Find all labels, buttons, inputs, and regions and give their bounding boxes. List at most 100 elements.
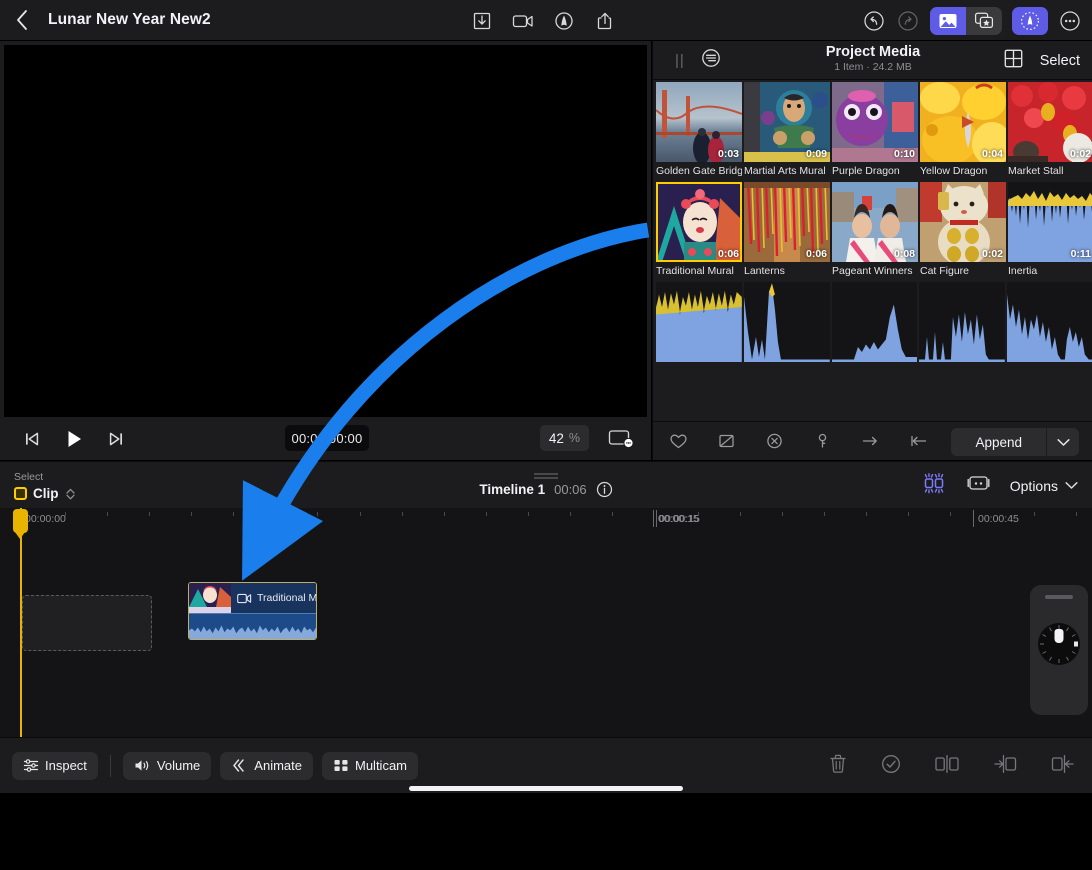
browser-mode-segmented-control[interactable] bbox=[930, 7, 1002, 35]
panel-resize-handle-2[interactable] bbox=[534, 477, 558, 479]
thumbnail[interactable]: 0:06 bbox=[744, 182, 830, 262]
share-icon[interactable] bbox=[593, 9, 617, 33]
select-button[interactable]: Select bbox=[1040, 53, 1080, 69]
back-button[interactable] bbox=[0, 0, 44, 41]
waveform-segment[interactable] bbox=[832, 282, 918, 362]
trim-start-button[interactable] bbox=[992, 754, 1018, 779]
waveform-segment[interactable] bbox=[919, 282, 1005, 362]
animate-button[interactable]: Animate bbox=[220, 752, 313, 780]
waveform-segment[interactable] bbox=[656, 282, 742, 362]
magic-enhance-button[interactable] bbox=[1012, 7, 1048, 35]
thumbnail[interactable]: 0:08 bbox=[832, 182, 918, 262]
info-circle-icon[interactable] bbox=[596, 481, 613, 498]
play-icon bbox=[63, 428, 85, 450]
playhead-handle[interactable] bbox=[13, 509, 28, 533]
timeline-clip-label-group: Traditional M bbox=[237, 583, 316, 613]
jog-wheel-marker bbox=[1055, 629, 1064, 643]
volume-button[interactable]: Volume bbox=[123, 752, 211, 780]
timeline-clip-traditional-mural[interactable]: Traditional M bbox=[188, 582, 317, 640]
trash-button[interactable] bbox=[828, 753, 848, 779]
timeline-tracks[interactable]: Traditional M bbox=[0, 530, 1092, 737]
timeline-clip-audio bbox=[189, 613, 316, 640]
drag-handle-icon[interactable]: || bbox=[675, 52, 685, 69]
play-button[interactable] bbox=[60, 425, 88, 453]
skip-to-start-button[interactable] bbox=[18, 425, 46, 453]
volume-label: Volume bbox=[157, 758, 200, 773]
top-bar-center-actions bbox=[470, 0, 617, 41]
waveform-segment[interactable] bbox=[1007, 282, 1092, 362]
media-item-golden-gate-bridge[interactable]: 0:03 Golden Gate Bridge bbox=[656, 82, 742, 177]
snapping-button[interactable] bbox=[921, 471, 947, 500]
favorite-button[interactable] bbox=[661, 424, 695, 458]
append-control-group[interactable]: Append bbox=[951, 428, 1079, 456]
options-button[interactable]: Options bbox=[1010, 478, 1078, 494]
selection-mode-control[interactable]: Select Clip bbox=[14, 471, 76, 501]
selection-mode-value: Clip bbox=[33, 486, 59, 501]
trim-start-icon bbox=[992, 754, 1018, 774]
panel-resize-handle[interactable] bbox=[534, 473, 558, 475]
thumbnail[interactable]: 0:09 bbox=[744, 82, 830, 162]
media-item-cat-figure[interactable]: 0:02 Cat Figure bbox=[920, 182, 1006, 277]
thumbnail[interactable]: 0:10 bbox=[832, 82, 918, 162]
voiceover-icon[interactable] bbox=[552, 9, 576, 33]
unrate-button[interactable] bbox=[757, 424, 791, 458]
home-indicator bbox=[409, 786, 683, 791]
thumbnail[interactable]: 0:02 bbox=[920, 182, 1006, 262]
reject-button[interactable] bbox=[709, 424, 743, 458]
tab-media-library[interactable] bbox=[930, 7, 966, 35]
up-down-chevron-icon[interactable] bbox=[65, 487, 76, 501]
jog-wheel-icon[interactable] bbox=[1038, 623, 1080, 665]
duration-badge: 0:02 bbox=[982, 248, 1003, 260]
media-item-martial-arts-mural[interactable]: 0:09 Martial Arts Mural bbox=[744, 82, 830, 177]
audio-waveform-thumbnail[interactable]: 0:11 bbox=[1008, 182, 1092, 262]
record-video-icon[interactable] bbox=[511, 9, 535, 33]
media-library-icon bbox=[938, 12, 958, 30]
filter-sort-button[interactable] bbox=[700, 47, 722, 74]
thumbnail[interactable]: 0:03 bbox=[656, 82, 742, 162]
inspect-button[interactable]: Inspect bbox=[12, 752, 98, 780]
grid-view-button[interactable] bbox=[1003, 48, 1024, 74]
media-item-yellow-dragon[interactable]: 0:04 Yellow Dragon bbox=[920, 82, 1006, 177]
undo-icon[interactable] bbox=[862, 9, 886, 33]
thumbnail[interactable]: 0:04 bbox=[920, 82, 1006, 162]
filter-sort-icon bbox=[700, 47, 722, 69]
append-button[interactable]: Append bbox=[951, 428, 1046, 456]
trim-end-button[interactable] bbox=[1050, 754, 1076, 779]
drag-handle-icon[interactable] bbox=[1045, 595, 1073, 599]
keyword-button[interactable] bbox=[805, 424, 839, 458]
timeline-gap-placeholder[interactable] bbox=[22, 595, 152, 651]
media-item-lanterns[interactable]: 0:06 Lanterns bbox=[744, 182, 830, 277]
set-range-start-button[interactable] bbox=[901, 424, 935, 458]
media-item-traditional-mural[interactable]: 0:06 Traditional Mural bbox=[656, 182, 742, 277]
more-ellipsis-icon[interactable] bbox=[1058, 9, 1082, 33]
media-item-purple-dragon[interactable]: 0:10 Purple Dragon bbox=[832, 82, 918, 177]
chevron-left-icon bbox=[15, 9, 29, 31]
grid-view-icon bbox=[1003, 48, 1024, 69]
thumbnail[interactable]: 0:06 bbox=[656, 182, 742, 262]
duration-badge: 0:02 bbox=[1070, 148, 1091, 160]
append-menu-button[interactable] bbox=[1046, 428, 1079, 456]
timeline-appearance-button[interactable] bbox=[966, 472, 991, 499]
viewer-timecode[interactable]: 00:00:00:00 bbox=[285, 425, 369, 451]
multicam-button[interactable]: Multicam bbox=[322, 752, 418, 780]
set-range-end-button[interactable] bbox=[853, 424, 887, 458]
chevron-down-icon bbox=[1065, 481, 1078, 490]
media-item-market-stall[interactable]: 0:02 Market Stall bbox=[1008, 82, 1092, 177]
keyword-icon bbox=[813, 432, 832, 450]
thumbnail[interactable]: 0:02 bbox=[1008, 82, 1092, 162]
apply-check-button[interactable] bbox=[880, 753, 902, 780]
tab-titles-effects[interactable] bbox=[966, 7, 1002, 35]
split-clip-button[interactable] bbox=[934, 754, 960, 779]
jog-wheel-panel[interactable] bbox=[1030, 585, 1088, 715]
skip-to-end-button[interactable] bbox=[102, 425, 130, 453]
viewer-options-button[interactable] bbox=[607, 426, 635, 455]
waveform-segment[interactable] bbox=[744, 282, 830, 362]
redo-icon[interactable] bbox=[896, 9, 920, 33]
timeline-pane[interactable]: 00:00:00 00:00:15 bbox=[0, 508, 1092, 737]
zoom-level-control[interactable]: 42 % bbox=[540, 425, 589, 451]
duration-badge: 0:06 bbox=[718, 248, 739, 260]
media-item-pageant-winners[interactable]: 0:08 Pageant Winners bbox=[832, 182, 918, 277]
video-preview-canvas[interactable] bbox=[4, 45, 647, 417]
media-item-inertia[interactable]: 0:11 Inertia bbox=[1008, 182, 1092, 277]
import-icon[interactable] bbox=[470, 9, 494, 33]
